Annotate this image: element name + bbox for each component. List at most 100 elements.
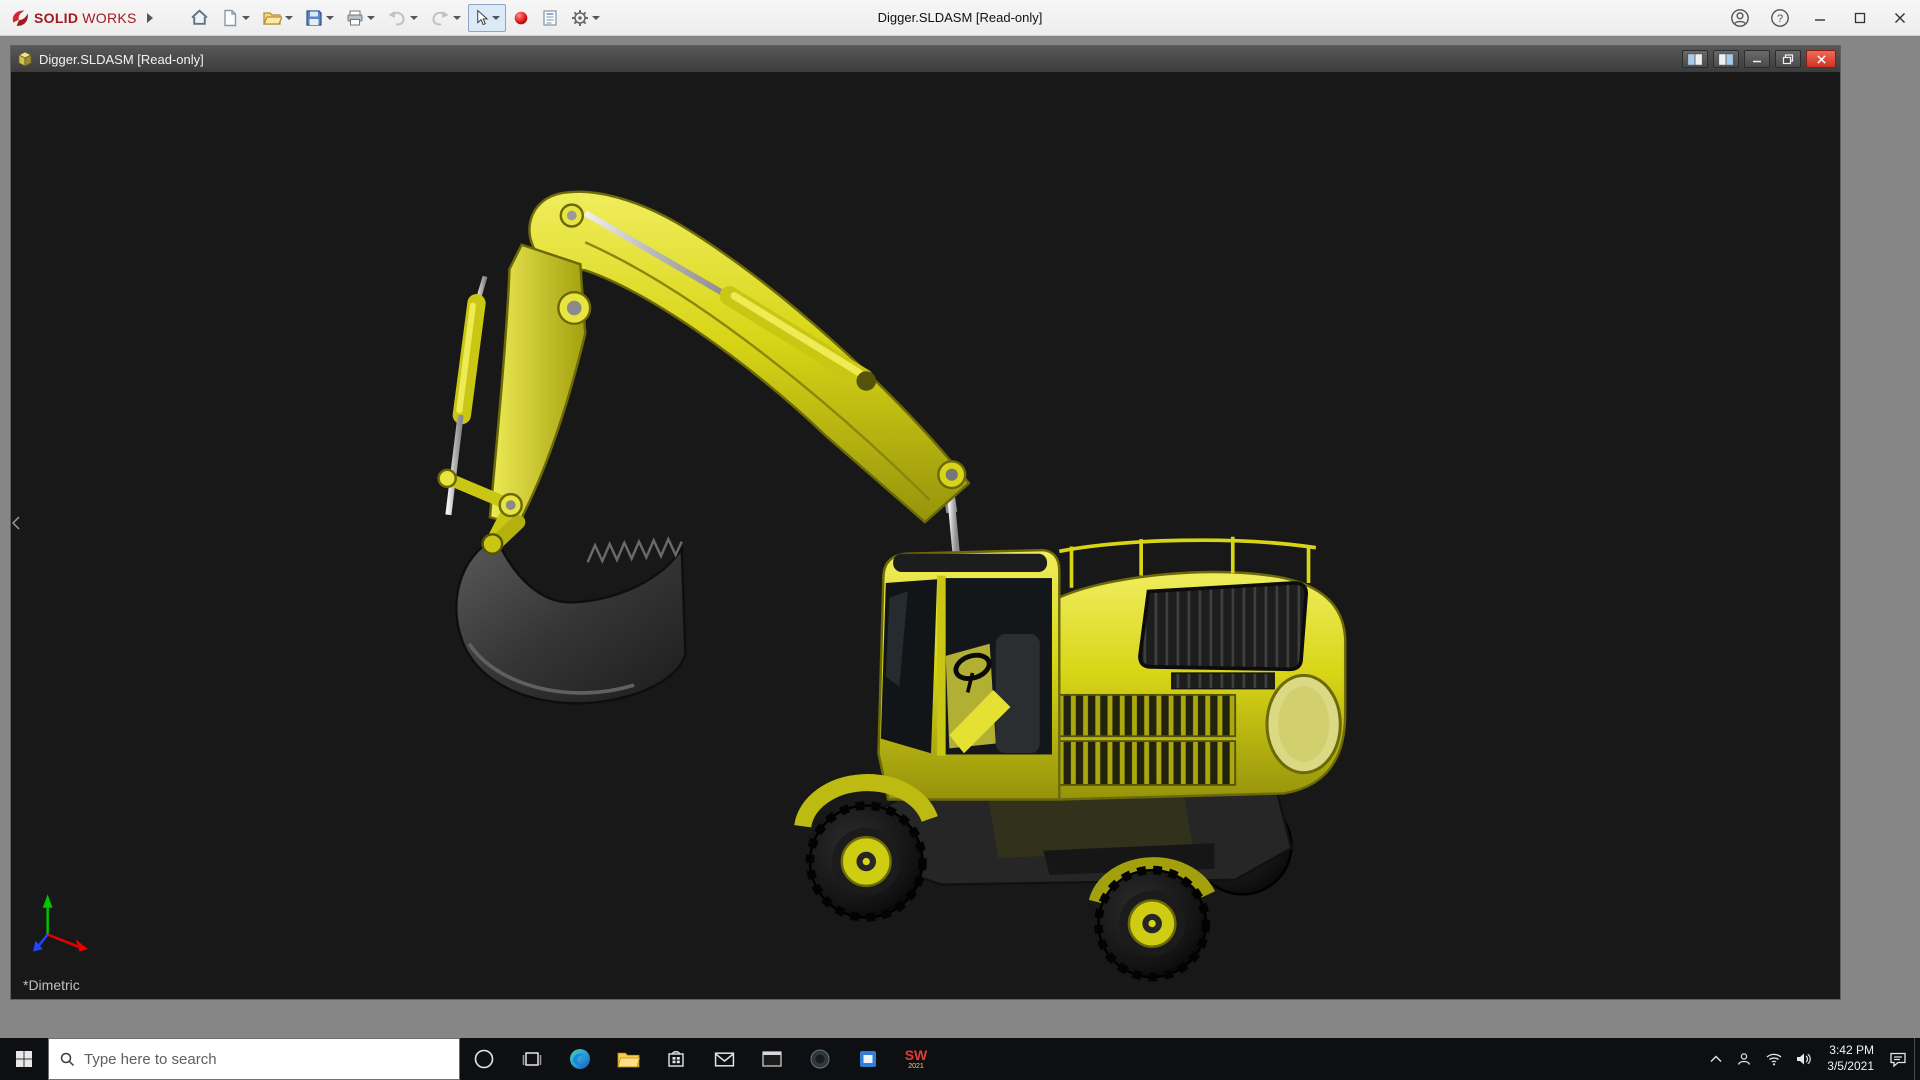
boom-cylinder[interactable] bbox=[585, 213, 876, 391]
engine-grille[interactable] bbox=[1140, 583, 1306, 669]
dark-app-icon bbox=[809, 1048, 831, 1070]
document-window-controls bbox=[1682, 50, 1836, 68]
action-center-button[interactable] bbox=[1882, 1038, 1914, 1080]
excavator-stick[interactable] bbox=[490, 245, 590, 525]
save-button[interactable] bbox=[300, 5, 339, 31]
options-button[interactable] bbox=[566, 5, 605, 31]
task-view-icon bbox=[522, 1049, 542, 1069]
side-vent-upper[interactable] bbox=[1035, 695, 1235, 736]
maximize-button[interactable] bbox=[1840, 0, 1880, 36]
excavator-cab[interactable] bbox=[878, 550, 1059, 799]
help-button[interactable]: ? bbox=[1760, 0, 1800, 36]
blue-app-icon bbox=[858, 1049, 878, 1069]
dropdown-caret-icon[interactable] bbox=[453, 16, 461, 20]
excavator-model[interactable] bbox=[11, 72, 1840, 999]
network-wifi-icon bbox=[1766, 1053, 1782, 1066]
pane-right-button[interactable] bbox=[1713, 50, 1739, 68]
menu-expand-arrow-icon[interactable] bbox=[147, 13, 153, 23]
terminal-icon bbox=[762, 1050, 782, 1068]
assembly-cube-icon bbox=[17, 51, 33, 67]
tray-expand-button[interactable] bbox=[1703, 1038, 1729, 1080]
search-input[interactable] bbox=[84, 1051, 414, 1068]
people-icon bbox=[1736, 1051, 1752, 1067]
doc-restore-button[interactable] bbox=[1775, 50, 1801, 68]
graphics-viewport[interactable]: *Dimetric bbox=[11, 72, 1840, 999]
minimize-button[interactable] bbox=[1800, 0, 1840, 36]
undo-icon bbox=[387, 10, 407, 26]
dropdown-caret-icon[interactable] bbox=[285, 16, 293, 20]
close-button[interactable] bbox=[1880, 0, 1920, 36]
home-button[interactable] bbox=[185, 4, 214, 31]
dropdown-caret-icon[interactable] bbox=[592, 16, 600, 20]
rear-left-wheel[interactable] bbox=[1098, 870, 1206, 977]
dropdown-caret-icon[interactable] bbox=[492, 16, 500, 20]
select-tool-button[interactable] bbox=[468, 4, 506, 32]
chevron-up-icon bbox=[1710, 1055, 1722, 1063]
record-button[interactable] bbox=[508, 6, 534, 30]
dropdown-caret-icon[interactable] bbox=[410, 16, 418, 20]
options-gear-icon bbox=[571, 9, 589, 27]
open-button[interactable] bbox=[257, 5, 298, 31]
solidworks-taskbar-button[interactable]: SW 2021 bbox=[892, 1038, 940, 1080]
dark-app-button[interactable] bbox=[796, 1038, 844, 1080]
excavator-bucket[interactable] bbox=[456, 534, 685, 703]
account-button[interactable] bbox=[1720, 0, 1760, 36]
document-title: Digger.SLDASM [Read-only] bbox=[39, 52, 204, 67]
chevron-left-icon bbox=[12, 516, 20, 530]
pane-left-icon bbox=[1686, 53, 1704, 66]
taskbar-search[interactable] bbox=[48, 1038, 460, 1080]
side-vent-lower[interactable] bbox=[1035, 741, 1235, 785]
dropdown-caret-icon[interactable] bbox=[367, 16, 375, 20]
taskbar-clock[interactable]: 3:42 PM 3/5/2021 bbox=[1819, 1043, 1882, 1074]
solidworks-menu-button[interactable]: SOLIDWORKS bbox=[0, 8, 159, 28]
doc-minimize-button[interactable] bbox=[1744, 50, 1770, 68]
tray-network-button[interactable] bbox=[1759, 1038, 1789, 1080]
dropdown-caret-icon[interactable] bbox=[326, 16, 334, 20]
mail-button[interactable] bbox=[700, 1038, 748, 1080]
solidworks-logo-icon bbox=[10, 8, 30, 28]
task-view-button[interactable] bbox=[508, 1038, 556, 1080]
account-icon bbox=[1730, 8, 1750, 28]
store-button[interactable] bbox=[652, 1038, 700, 1080]
document-window: Digger.SLDASM [Read-only] bbox=[10, 45, 1841, 1000]
quick-access-toolbar bbox=[185, 4, 605, 32]
view-orientation-label: *Dimetric bbox=[23, 977, 80, 993]
brand-text-bold: SOLID bbox=[34, 10, 78, 26]
tray-people-button[interactable] bbox=[1729, 1038, 1759, 1080]
new-document-button[interactable] bbox=[216, 5, 255, 31]
redo-icon bbox=[430, 10, 450, 26]
clock-date: 3/5/2021 bbox=[1827, 1059, 1874, 1075]
cab-roof-panel bbox=[893, 554, 1047, 572]
document-titlebar[interactable]: Digger.SLDASM [Read-only] bbox=[11, 46, 1840, 72]
document-properties-button[interactable] bbox=[536, 5, 564, 31]
cortana-button[interactable] bbox=[460, 1038, 508, 1080]
dropdown-caret-icon[interactable] bbox=[242, 16, 250, 20]
engine-hatch[interactable] bbox=[1172, 673, 1275, 689]
home-icon bbox=[190, 8, 209, 27]
tray-volume-button[interactable] bbox=[1789, 1038, 1819, 1080]
start-button[interactable] bbox=[0, 1038, 48, 1080]
doc-restore-icon bbox=[1782, 54, 1794, 65]
doc-close-button[interactable] bbox=[1806, 50, 1836, 68]
svg-text:?: ? bbox=[1777, 13, 1783, 25]
terminal-button[interactable] bbox=[748, 1038, 796, 1080]
doc-minimize-icon bbox=[1751, 54, 1763, 64]
pane-left-button[interactable] bbox=[1682, 50, 1708, 68]
file-explorer-icon bbox=[617, 1050, 640, 1069]
upper-body[interactable] bbox=[1035, 537, 1345, 800]
show-desktop-button[interactable] bbox=[1914, 1038, 1920, 1080]
print-button[interactable] bbox=[341, 5, 380, 31]
front-left-wheel[interactable] bbox=[810, 806, 922, 918]
app-window-controls: ? bbox=[1720, 0, 1920, 36]
mail-icon bbox=[714, 1051, 735, 1068]
edge-icon bbox=[568, 1047, 592, 1071]
undo-button[interactable] bbox=[382, 6, 423, 30]
file-explorer-button[interactable] bbox=[604, 1038, 652, 1080]
edge-button[interactable] bbox=[556, 1038, 604, 1080]
new-document-icon bbox=[221, 9, 239, 27]
featuremanager-collapsed-tab[interactable] bbox=[11, 508, 21, 538]
redo-button[interactable] bbox=[425, 6, 466, 30]
bucket-teeth bbox=[588, 539, 682, 562]
blue-app-button[interactable] bbox=[844, 1038, 892, 1080]
excavator-boom[interactable] bbox=[529, 192, 968, 522]
